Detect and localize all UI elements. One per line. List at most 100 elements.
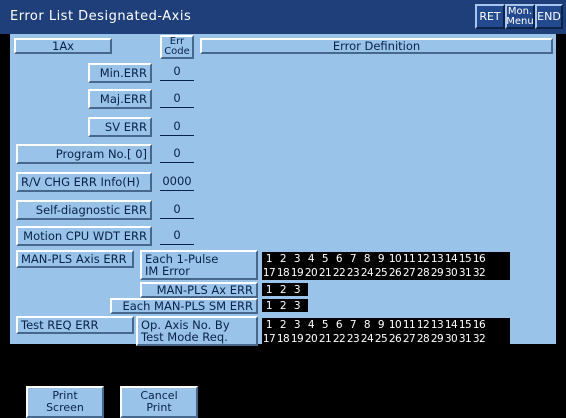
axis-number: 28: [416, 333, 430, 345]
axis-number: 2: [279, 319, 287, 331]
axis-number: 25: [374, 333, 388, 345]
axis-number: 3: [293, 253, 301, 265]
axis-number: 21: [318, 267, 332, 279]
axis-number: 27: [402, 333, 416, 345]
each-man-pls-sm-err-grid: 123: [262, 299, 308, 312]
axis-number: 30: [444, 267, 458, 279]
motion-cpu-wdt-err-label[interactable]: Motion CPU WDT ERR: [16, 226, 152, 246]
axis-number: 8: [363, 319, 371, 331]
axis-number: 3: [293, 319, 301, 331]
op-axis-grid-row2: 17 18 19 20 21 22 23 24 25 26 27 28 29 30 31 32: [262, 332, 510, 346]
axis-number: 1: [265, 253, 273, 265]
each-1-pulse-grid-row2: 17 18 19 20 21 22 23 24 25 26 27 28 29 30 31 32: [262, 266, 510, 280]
axis-number: 23: [346, 333, 360, 345]
axis-number: 3: [293, 299, 301, 312]
man-pls-ax-err-grid: 123: [262, 283, 308, 296]
axis-number: 25: [374, 267, 388, 279]
op-axis-grid-row1: 1 2 3 4 5 6 7 8 9 10 11 12 13 14 15 16: [262, 318, 510, 332]
min-err-value: 0: [160, 64, 194, 81]
program-no-value: 0: [160, 146, 194, 163]
axis-number: 8: [363, 253, 371, 265]
axis-number: 30: [444, 333, 458, 345]
each-1-pulse-grid-row1: 1 2 3 4 5 6 7 8 9 10 11 12 13 14 15 16: [262, 252, 510, 266]
axis-number: 1: [265, 299, 273, 312]
axis-number: 1: [265, 283, 273, 296]
err-code-header: Err Code: [160, 35, 194, 59]
axis-number: 4: [307, 319, 315, 331]
each-1-pulse-label[interactable]: Each 1-Pulse IM Error: [140, 250, 258, 280]
axis-number: 18: [276, 333, 290, 345]
axis-number: 27: [402, 267, 416, 279]
sv-err-value: 0: [160, 119, 194, 136]
axis-number: 22: [332, 267, 346, 279]
axis-number: 2: [279, 253, 287, 265]
axis-number: 19: [290, 333, 304, 345]
axis-number: 16: [472, 319, 486, 331]
man-pls-axis-err-label[interactable]: MAN-PLS Axis ERR: [16, 250, 134, 268]
axis-number: 18: [276, 267, 290, 279]
axis-number: 6: [335, 253, 343, 265]
error-definition-header: Error Definition: [200, 38, 553, 54]
rv-chg-err-label[interactable]: R/V CHG ERR Info(H): [16, 172, 152, 192]
axis-number: 12: [416, 253, 430, 265]
axis-number: 5: [321, 319, 329, 331]
axis-number: 17: [262, 333, 276, 345]
axis-number: 4: [307, 253, 315, 265]
axis-number: 24: [360, 267, 374, 279]
axis-number: 13: [430, 319, 444, 331]
maj-err-label[interactable]: Maj.ERR: [88, 89, 152, 109]
axis-number: 22: [332, 333, 346, 345]
axis-number: 28: [416, 267, 430, 279]
cancel-print-button[interactable]: Cancel Print: [120, 386, 198, 418]
op-axis-no-label[interactable]: Op. Axis No. By Test Mode Req.: [136, 316, 258, 346]
self-diagnostic-err-value: 0: [160, 202, 194, 219]
axis-number: 10: [388, 319, 402, 331]
axis-number: 17: [262, 267, 276, 279]
axis-number: 23: [346, 267, 360, 279]
man-pls-ax-err-label[interactable]: MAN-PLS Ax ERR: [140, 282, 258, 298]
axis-number: 7: [349, 319, 357, 331]
axis-number: 11: [402, 319, 416, 331]
axis-number: 31: [458, 267, 472, 279]
axis-number: 26: [388, 333, 402, 345]
axis-number: 7: [349, 253, 357, 265]
axis-number: 13: [430, 253, 444, 265]
axis-number: 14: [444, 319, 458, 331]
axis-number: 10: [388, 253, 402, 265]
end-button[interactable]: END: [535, 4, 563, 29]
axis-number: 32: [472, 333, 486, 345]
axis-number: 5: [321, 253, 329, 265]
maj-err-value: 0: [160, 91, 194, 108]
axis-number: 24: [360, 333, 374, 345]
mon-menu-button[interactable]: Mon. Menu: [505, 4, 535, 29]
axis-number: 14: [444, 253, 458, 265]
axis-number: 21: [318, 333, 332, 345]
program-no-label[interactable]: Program No.[ 0]: [16, 144, 152, 164]
axis-number: 9: [377, 319, 385, 331]
axis-number: 15: [458, 319, 472, 331]
axis-number: 29: [430, 333, 444, 345]
axis-number: 20: [304, 333, 318, 345]
axis-number: 26: [388, 267, 402, 279]
motion-cpu-wdt-err-value: 0: [160, 228, 194, 245]
ret-button[interactable]: RET: [475, 4, 505, 29]
axis-selector-button[interactable]: 1Ax: [14, 38, 112, 54]
each-man-pls-sm-err-label[interactable]: Each MAN-PLS SM ERR: [110, 298, 258, 314]
axis-number: 19: [290, 267, 304, 279]
axis-number: 16: [472, 253, 486, 265]
axis-number: 31: [458, 333, 472, 345]
min-err-label[interactable]: Min.ERR: [88, 63, 152, 83]
test-req-err-label[interactable]: Test REQ ERR: [16, 316, 134, 334]
window-title: Error List Designated-Axis: [10, 9, 192, 24]
axis-number: 29: [430, 267, 444, 279]
axis-number: 15: [458, 253, 472, 265]
axis-number: 6: [335, 319, 343, 331]
rv-chg-err-value: 0000: [160, 174, 194, 191]
axis-number: 2: [279, 299, 287, 312]
axis-number: 2: [279, 283, 287, 296]
sv-err-label[interactable]: SV ERR: [88, 117, 152, 137]
print-screen-button[interactable]: Print Screen: [26, 386, 104, 418]
self-diagnostic-err-label[interactable]: Self-diagnostic ERR: [16, 200, 152, 220]
axis-number: 32: [472, 267, 486, 279]
axis-number: 20: [304, 267, 318, 279]
